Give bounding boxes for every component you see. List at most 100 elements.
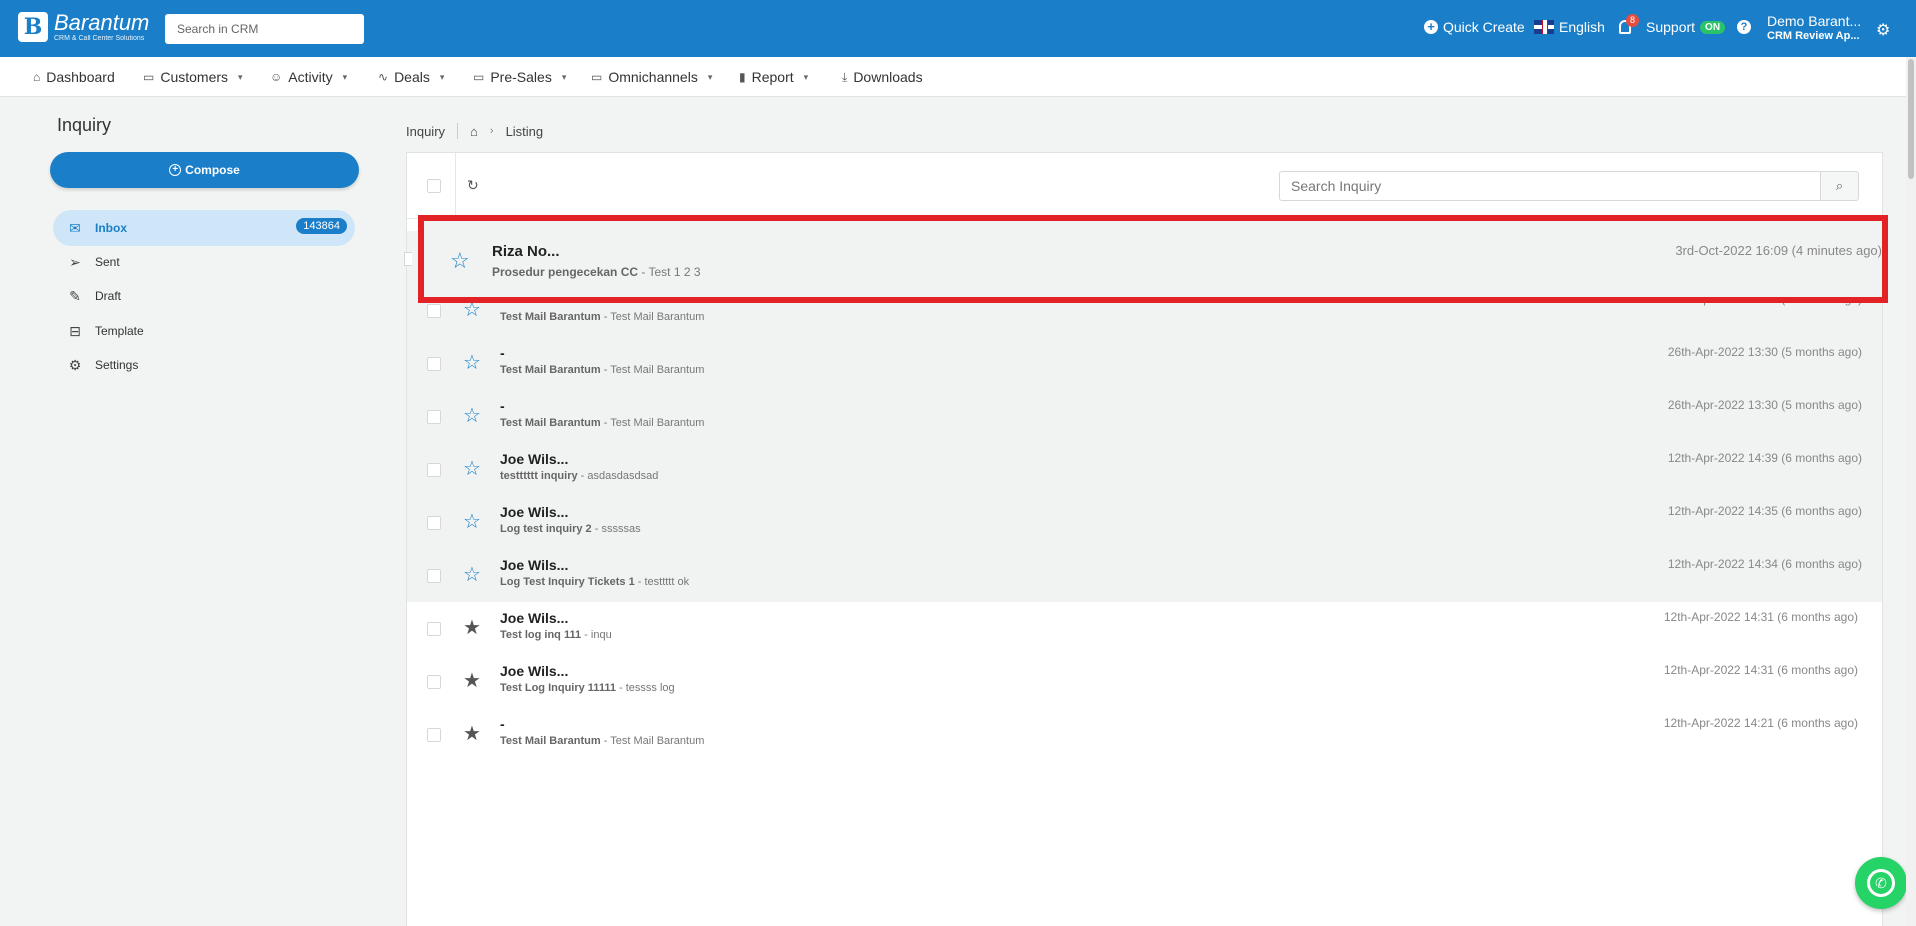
sidebar-item-template[interactable]: ⊟ Template: [53, 313, 355, 349]
table-row[interactable]: ☆ Joe Wils... Log Test Inquiry Tickets 1 -…: [407, 549, 1882, 602]
notifications-button[interactable]: 8: [1619, 14, 1639, 34]
row-checkbox[interactable]: [427, 410, 441, 424]
quick-create-button[interactable]: + Quick Create: [1424, 19, 1525, 35]
inquiry-subject: Test Mail Barantum: [500, 364, 601, 376]
nav-label: Downloads: [853, 69, 923, 85]
table-row[interactable]: ☆ - Test Mail Barantum - Test Mail Barantu…: [407, 390, 1882, 443]
toolbar-divider: [455, 153, 456, 219]
highlighted-row-checkbox[interactable]: [404, 252, 412, 266]
gear-icon: ⚙: [68, 356, 82, 373]
settings-gear-icon[interactable]: ⚙: [1876, 20, 1890, 40]
nav-label: Deals: [394, 69, 430, 85]
table-row[interactable]: ☆ Joe Wils... Log test inquiry 2 - sssssas…: [407, 496, 1882, 549]
row-checkbox[interactable]: [427, 463, 441, 477]
row-checkbox[interactable]: [427, 622, 441, 636]
star-filled-icon[interactable]: ★: [463, 721, 481, 746]
plus-circle-icon: +: [169, 164, 182, 176]
users-icon: ☺: [270, 70, 283, 84]
row-checkbox[interactable]: [427, 569, 441, 583]
inquiry-sender: Joe Wils...: [500, 557, 569, 573]
brand-tagline: CRM & Call Center Solutions: [54, 35, 145, 42]
nav-pre-sales[interactable]: ▭ Pre-Sales ▾: [473, 69, 566, 85]
home-icon[interactable]: ⌂: [470, 124, 478, 139]
row-checkbox[interactable]: [427, 675, 441, 689]
main-nav: ⌂ Dashboard ▭ Customers ▾ ☺ Activity ▾ ∿…: [0, 57, 1916, 97]
nav-customers[interactable]: ▭ Customers ▾: [143, 69, 243, 85]
breadcrumb-module[interactable]: Inquiry: [406, 124, 445, 139]
inquiry-subject: Log test inquiry 2: [500, 523, 592, 535]
chevron-down-icon: ▾: [803, 71, 809, 82]
row-checkbox[interactable]: [427, 728, 441, 742]
support-status-badge: ON: [1700, 20, 1726, 34]
notification-count-badge: 8: [1626, 14, 1639, 27]
inquiry-snippet: tessss log: [625, 682, 675, 694]
nav-label: Report: [751, 69, 794, 85]
sidebar-item-sent[interactable]: ➢ Sent: [53, 244, 355, 280]
send-icon: ➢: [69, 253, 81, 270]
inquiry-snippet: sssssas: [601, 523, 641, 535]
whatsapp-button[interactable]: ✆: [1855, 857, 1907, 909]
table-row[interactable]: ☆ Joe Wils... testttttt inquiry - asdasdas…: [407, 443, 1882, 496]
user-name: Demo Barant...: [1767, 13, 1862, 29]
inquiry-date: 3rd-Oct-2022 16:09 (4 minutes ago): [1675, 243, 1882, 258]
scrollbar-thumb[interactable]: [1908, 59, 1914, 179]
nav-dashboard[interactable]: ⌂ Dashboard: [33, 69, 115, 85]
star-filled-icon[interactable]: ★: [463, 668, 481, 693]
star-outline-icon[interactable]: ☆: [463, 403, 481, 428]
sidebar-item-inbox[interactable]: ✉ Inbox 143864: [53, 210, 355, 246]
search-button[interactable]: ⌕: [1821, 171, 1859, 201]
page-scrollbar[interactable]: [1906, 57, 1916, 926]
folder-icon: ▭: [591, 70, 603, 84]
table-row[interactable]: ★ Joe Wils... Test Log Inquiry 11111 - tes…: [407, 655, 1882, 708]
breadcrumb-current: Listing: [505, 123, 544, 139]
breadcrumb: Inquiry ⌂ › Listing: [406, 123, 543, 139]
support-toggle[interactable]: Support ON: [1646, 19, 1726, 35]
sidebar-item-label: Settings: [95, 358, 139, 372]
highlighted-inquiry-row[interactable]: ☆ Riza No... Prosedur pengecekan CC - Te…: [418, 215, 1888, 303]
sidebar-item-settings[interactable]: ⚙ Settings: [53, 347, 355, 383]
mail-icon: ✉: [69, 219, 81, 236]
inquiry-sender: Joe Wils...: [500, 451, 569, 467]
row-checkbox[interactable]: [427, 516, 441, 530]
star-outline-icon[interactable]: ☆: [463, 456, 481, 481]
row-checkbox[interactable]: [427, 357, 441, 371]
inquiry-search-input[interactable]: [1279, 171, 1821, 201]
select-all-checkbox[interactable]: [427, 179, 441, 193]
inquiry-preview: Test Log Inquiry 11111 - tessss log: [500, 682, 675, 694]
star-filled-icon[interactable]: ★: [463, 615, 481, 640]
folder-icon: ▭: [143, 70, 155, 84]
inquiry-preview: Log test inquiry 2 - sssssas: [500, 523, 641, 535]
inquiry-date: 26th-Apr-2022 13:30 (5 months ago): [1667, 398, 1862, 412]
sidebar-item-draft[interactable]: ✎ Draft: [53, 278, 355, 314]
star-outline-icon[interactable]: ☆: [463, 350, 481, 375]
nav-downloads[interactable]: ⤓ Downloads: [842, 69, 923, 85]
compose-button[interactable]: + Compose: [50, 152, 359, 188]
table-row[interactable]: ★ - Test Mail Barantum - Test Mail Barantu…: [407, 708, 1882, 761]
inquiry-date: 12th-Apr-2022 14:34 (6 months ago): [1667, 557, 1862, 571]
refresh-icon[interactable]: ↻: [467, 177, 479, 194]
row-checkbox[interactable]: [427, 304, 441, 318]
inquiry-preview: Test Mail Barantum - Test Mail Barantum: [500, 735, 705, 747]
brand-name: Barantum: [54, 10, 150, 35]
plus-circle-icon: +: [1424, 20, 1438, 34]
help-button[interactable]: ?: [1737, 20, 1751, 34]
brand-logo[interactable]: B Barantum CRM & Call Center Solutions: [18, 12, 149, 42]
nav-label: Pre-Sales: [490, 69, 552, 85]
star-outline-icon[interactable]: ☆: [450, 248, 470, 274]
star-outline-icon[interactable]: ☆: [463, 562, 481, 587]
global-search-input[interactable]: [165, 14, 364, 44]
nav-deals[interactable]: ∿ Deals ▾: [378, 69, 444, 85]
nav-omnichannels[interactable]: ▭ Omnichannels ▾: [591, 69, 712, 85]
user-menu[interactable]: Demo Barant... CRM Review Ap...: [1767, 13, 1861, 43]
table-row[interactable]: ☆ - Test Mail Barantum - Test Mail Barantu…: [407, 337, 1882, 390]
nav-label: Omnichannels: [608, 69, 698, 85]
nav-activity[interactable]: ☺ Activity ▾: [270, 69, 347, 85]
chevron-down-icon: ▾: [707, 71, 713, 82]
star-outline-icon[interactable]: ☆: [463, 509, 481, 534]
inquiry-preview: Log Test Inquiry Tickets 1 - testtttt ok: [500, 576, 690, 588]
language-selector[interactable]: English: [1534, 19, 1605, 35]
folder-icon: ▭: [473, 70, 485, 84]
table-row[interactable]: ★ Joe Wils... Test log inq 111 - inqu 12th-…: [407, 602, 1882, 655]
nav-report[interactable]: ▮ Report ▾: [739, 69, 808, 85]
download-icon: ⤓: [842, 69, 848, 84]
